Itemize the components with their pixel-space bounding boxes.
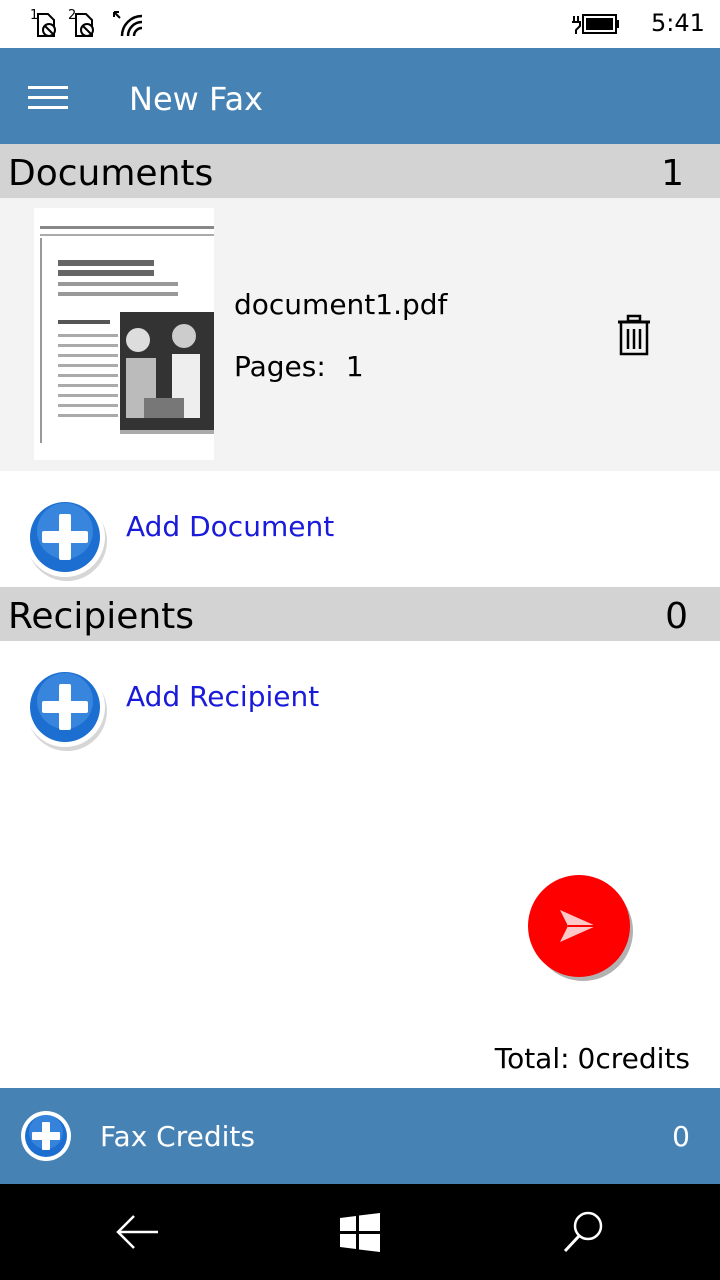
recipients-label: Recipients [8,596,195,637]
documents-label: Documents [8,153,214,194]
status-bar: 1 2 5:41 [0,0,720,48]
sim2-status: 2 [68,8,98,40]
back-arrow-icon[interactable] [114,1208,162,1256]
recipients-section-header: Recipients 0 [0,587,720,641]
recipients-count: 0 [665,596,688,637]
sim1-status: 1 [30,8,60,40]
add-document-button[interactable]: Add Document [0,480,720,581]
documents-section-header: Documents 1 [0,144,720,198]
fax-credits-label: Fax Credits [100,1120,255,1153]
windows-logo-icon[interactable] [336,1208,384,1256]
pages-value: 1 [345,350,364,383]
send-fax-button[interactable] [526,874,636,984]
pages-label: Pages: [234,350,326,383]
sim-no-service-icon [75,13,94,37]
search-icon[interactable] [560,1208,608,1256]
hamburger-icon[interactable] [28,86,68,110]
sim-no-service-icon [37,13,56,37]
total-label: Total: [494,1042,570,1075]
document-list-item[interactable]: document1.pdf Pages: 1 [0,198,720,471]
add-recipient-label: Add Recipient [126,680,320,713]
battery-charging-icon [572,14,619,34]
document-pages: Pages: 1 [234,350,364,383]
total-credits: Total: 0credits [495,1042,690,1075]
wifi-icon [113,11,143,37]
fax-credits-button[interactable]: Fax Credits 0 [0,1088,720,1184]
fax-credits-count: 0 [672,1120,690,1153]
total-value: 0credits [577,1042,690,1075]
documents-count: 1 [661,153,684,194]
page-title: New Fax [129,80,263,118]
trash-icon[interactable] [614,314,654,358]
document-thumbnail [34,208,214,460]
document-name: document1.pdf [234,288,448,321]
app-header: New Fax [0,48,720,144]
system-nav-bar [0,1184,720,1280]
plus-circle-icon [25,497,107,581]
clock: 5:41 [651,9,705,37]
add-recipient-button[interactable]: Add Recipient [0,650,720,751]
plus-circle-icon [25,667,107,751]
add-document-label: Add Document [126,510,335,543]
plus-circle-icon [21,1111,71,1161]
